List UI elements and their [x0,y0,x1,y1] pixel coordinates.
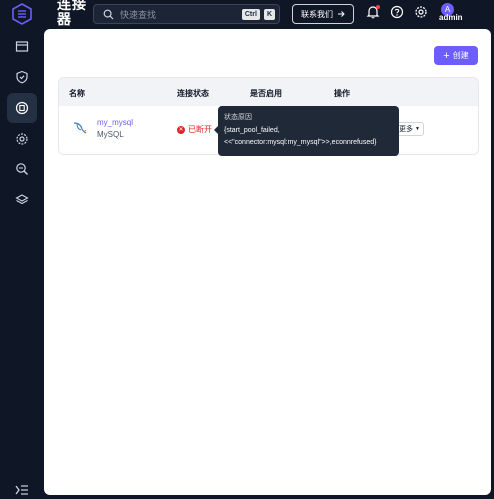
chevron-down-icon: ▼ [415,126,420,132]
column-header-status: 连接状态 [177,89,209,98]
sidebar-item-connectors[interactable] [7,93,37,123]
tooltip-arrow [214,126,218,134]
contact-us-label: 联系我们 [301,9,333,19]
tooltip-reason-line2: <<"connector:mysql:my_mysql">>,econnrefu… [224,139,377,146]
search-icon [103,9,114,19]
collapse-sidebar-icon[interactable] [15,484,29,496]
create-button-label: 创建 [452,51,469,60]
status-reason-tooltip: 状态原因 {start_pool_failed, <<"connector:my… [214,106,399,156]
connector-icon [15,101,29,115]
help-icon[interactable] [390,5,404,19]
error-circle-icon: ✕ [177,125,185,134]
sidebar-item-diagnose[interactable] [7,154,37,184]
tooltip-title: 状态原因 [224,114,252,121]
more-actions-dropdown[interactable]: 更多 ▼ [395,122,424,136]
column-header-enabled: 是否启用 [250,89,282,98]
username[interactable]: admin [439,13,463,22]
search-placeholder: 快速查找 [120,9,157,20]
connector-type: MySQL [97,130,124,139]
sidebar [0,0,44,499]
notification-badge [376,5,380,9]
status-badge[interactable]: ✕ 已断开 [177,124,212,135]
search-zoom-icon [16,163,28,175]
shortcut-ctrl-key: Ctrl [241,8,260,20]
main-panel: + 创建 名称 连接状态 是否启用 操作 my_mysql MySQL ✕ 已断… [44,29,491,495]
arrow-right-icon [338,11,345,17]
status-text: 已断开 [188,125,212,134]
more-label: 更多 [399,126,413,133]
shield-icon [16,70,28,84]
shortcut-k-key: K [263,8,275,20]
sidebar-item-dashboard[interactable] [7,32,37,62]
create-button[interactable]: + 创建 [434,46,478,65]
app-logo-icon[interactable] [11,3,33,25]
settings-gear-icon [16,133,28,145]
column-header-name: 名称 [69,89,85,98]
dashboard-icon [15,41,29,52]
plus-icon: + [443,49,450,62]
sidebar-item-extensions[interactable] [7,185,37,215]
settings-icon[interactable] [414,5,428,19]
column-header-actions: 操作 [334,89,350,98]
search-input[interactable]: 快速查找 Ctrl K [93,4,280,24]
contact-us-button[interactable]: 联系我们 [292,4,354,24]
layers-icon [15,194,29,205]
table-header: 名称 连接状态 是否启用 操作 [59,78,478,106]
sidebar-item-management[interactable] [7,124,37,154]
page-title: 连接器 [57,0,87,27]
sidebar-item-security[interactable] [7,62,37,92]
tooltip-reason-line1: {start_pool_failed, [224,127,280,134]
connector-name-link[interactable]: my_mysql [97,118,133,127]
mysql-dolphin-icon [73,122,87,134]
